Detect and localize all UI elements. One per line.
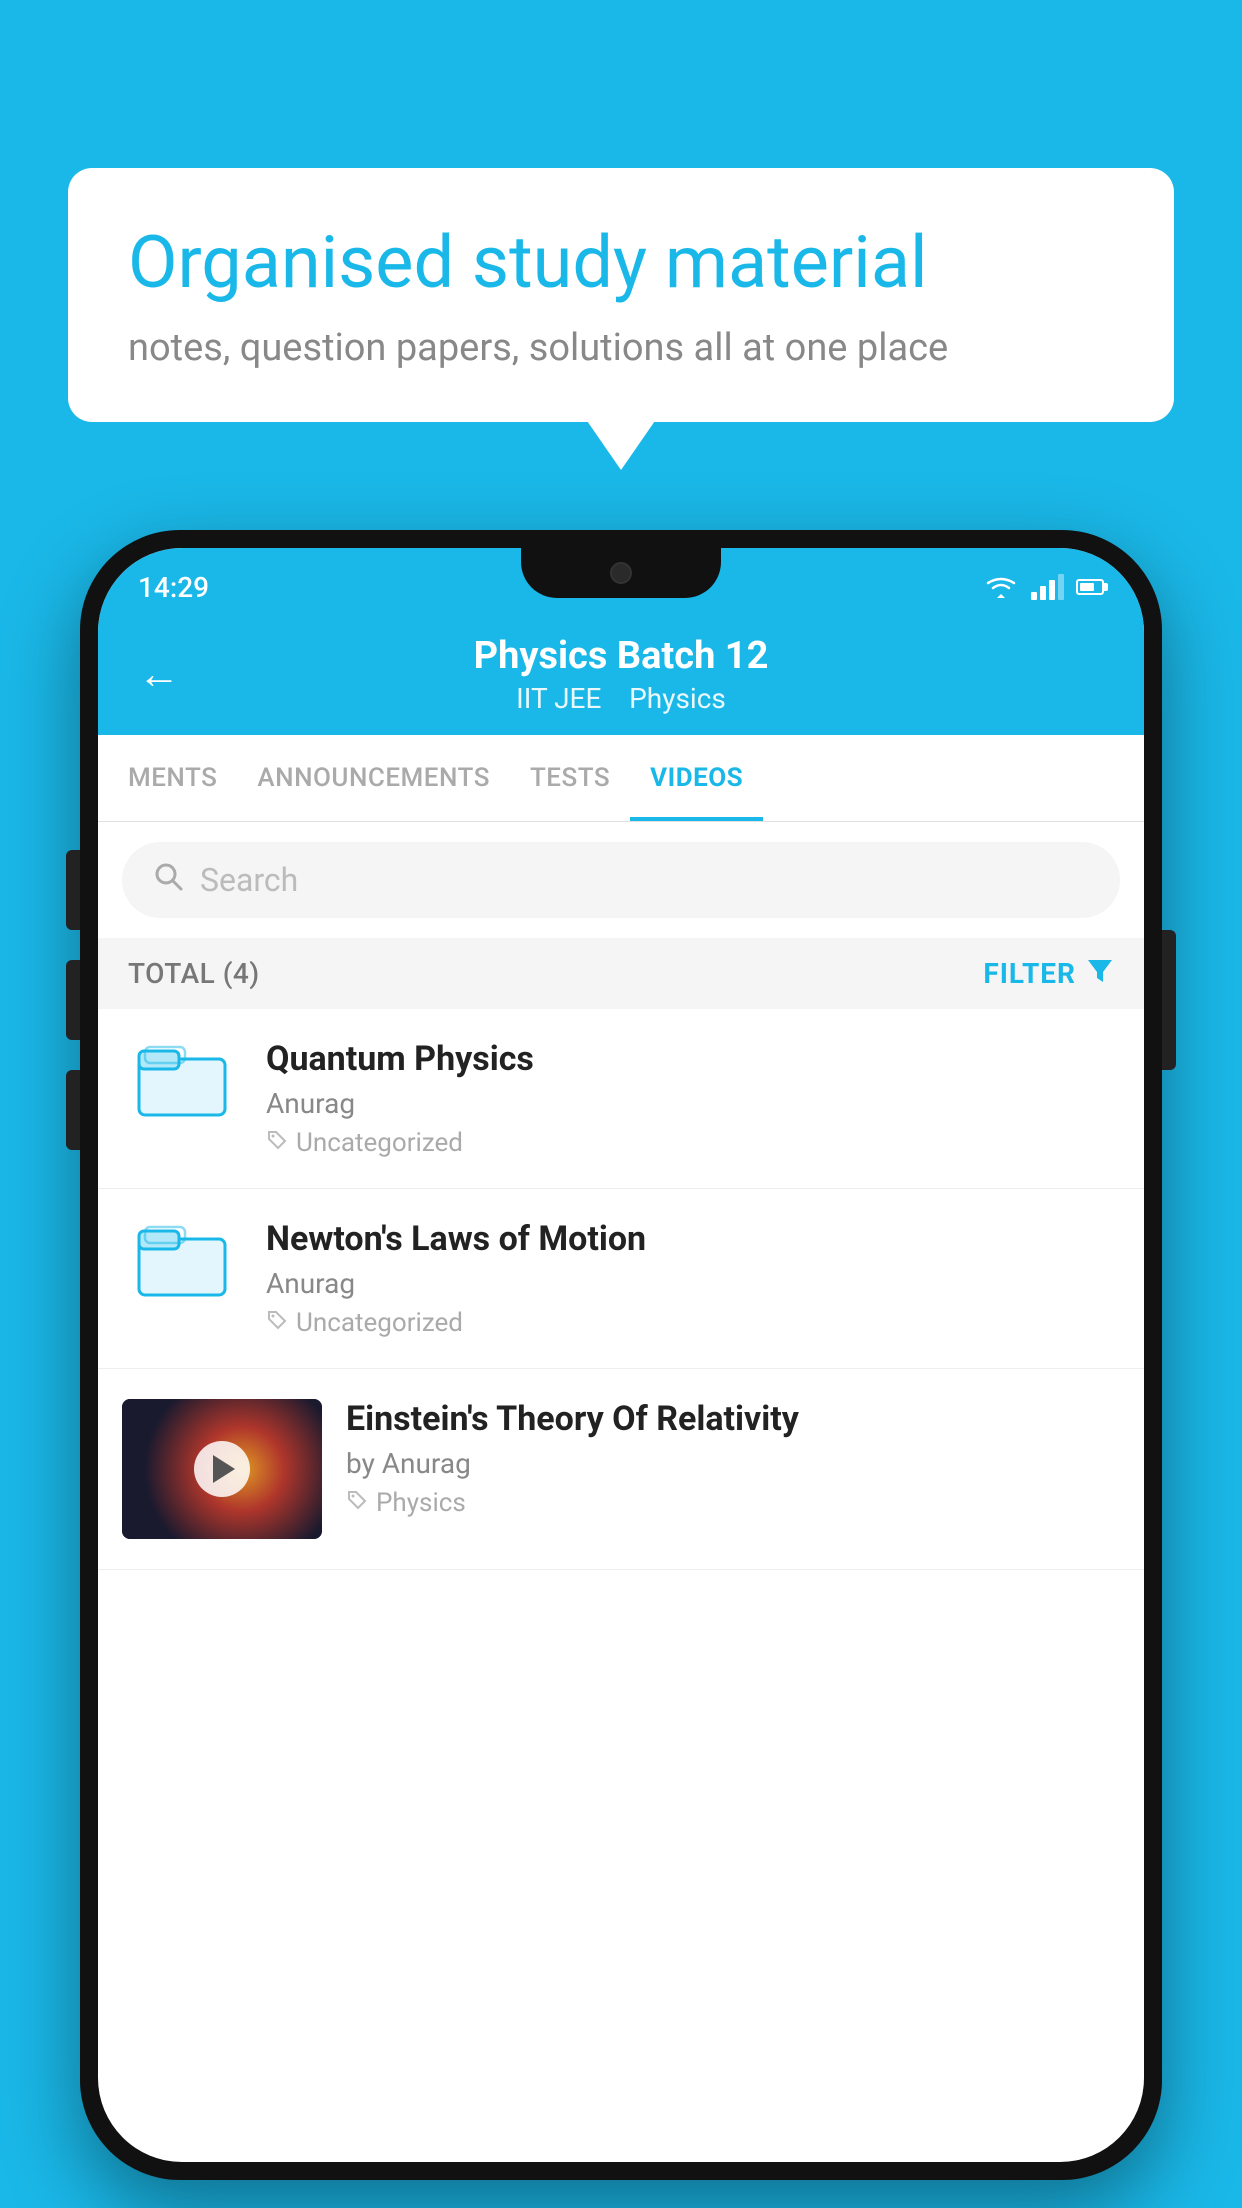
phone-outer: 14:29 [80,530,1162,2180]
phone-screen: 14:29 [98,548,1144,2162]
tab-ments[interactable]: MENTS [108,735,237,821]
item-tag: Uncategorized [266,1308,1120,1338]
tag-icon [266,1308,288,1338]
status-time: 14:29 [138,571,209,604]
item-info: Einstein's Theory Of Relativity by Anura… [346,1399,1120,1518]
signal-icon [1031,574,1064,600]
tab-videos[interactable]: VIDEOS [630,735,763,821]
front-camera [610,562,632,584]
filter-funnel-icon [1086,956,1114,991]
item-title: Newton's Laws of Motion [266,1219,1120,1259]
phone-notch [521,548,721,598]
app-header: ← Physics Batch 12 IIT JEE Physics [98,616,1144,735]
header-subtitle-physics: Physics [629,682,726,715]
tab-tests[interactable]: TESTS [510,735,630,821]
list-item[interactable]: Newton's Laws of Motion Anurag Uncategor… [98,1189,1144,1369]
filter-button[interactable]: FILTER [983,956,1114,991]
bubble-title: Organised study material [128,220,1114,306]
item-info: Quantum Physics Anurag Uncategorized [266,1039,1120,1158]
phone-wrapper: 14:29 [80,530,1162,2180]
folder-icon [137,1039,227,1119]
search-section: Search [98,822,1144,938]
folder-icon [137,1219,227,1299]
item-thumbnail [122,1039,242,1119]
item-title: Quantum Physics [266,1039,1120,1079]
speech-bubble: Organised study material notes, question… [68,168,1174,422]
header-subtitle: IIT JEE Physics [210,682,1032,715]
item-author: Anurag [266,1087,1120,1120]
item-author: by Anurag [346,1447,1120,1480]
header-subtitle-iitjee: IIT JEE [516,682,601,715]
header-title-group: Physics Batch 12 IIT JEE Physics [210,634,1032,715]
speech-bubble-container: Organised study material notes, question… [68,168,1174,422]
battery-icon [1076,579,1104,595]
item-tag-text: Uncategorized [296,1128,463,1158]
tag-icon [346,1488,368,1518]
wifi-icon [983,574,1019,600]
item-tag: Uncategorized [266,1128,1120,1158]
item-tag-text: Uncategorized [296,1308,463,1338]
play-button[interactable] [194,1441,250,1497]
item-info: Newton's Laws of Motion Anurag Uncategor… [266,1219,1120,1338]
total-count: TOTAL (4) [128,957,260,990]
item-tag: Physics [346,1488,1120,1518]
tag-icon [266,1128,288,1158]
back-button[interactable]: ← [138,650,180,699]
item-title: Einstein's Theory Of Relativity [346,1399,1120,1439]
filter-row: TOTAL (4) FILTER [98,938,1144,1009]
status-icons [983,574,1104,600]
tabs-bar: MENTS ANNOUNCEMENTS TESTS VIDEOS [98,735,1144,822]
search-icon [152,860,184,900]
list-item[interactable]: Quantum Physics Anurag Uncategorized [98,1009,1144,1189]
header-title: Physics Batch 12 [210,634,1032,678]
filter-label: FILTER [983,957,1076,990]
search-placeholder: Search [200,861,298,899]
einstein-thumbnail [122,1399,322,1539]
item-thumbnail [122,1219,242,1299]
item-author: Anurag [266,1267,1120,1300]
tab-announcements[interactable]: ANNOUNCEMENTS [237,735,510,821]
play-icon [213,1455,235,1483]
bubble-subtitle: notes, question papers, solutions all at… [128,326,1114,370]
video-list: Quantum Physics Anurag Uncategorized [98,1009,1144,1570]
search-bar[interactable]: Search [122,842,1120,918]
item-tag-text: Physics [376,1488,466,1518]
list-item[interactable]: Einstein's Theory Of Relativity by Anura… [98,1369,1144,1570]
